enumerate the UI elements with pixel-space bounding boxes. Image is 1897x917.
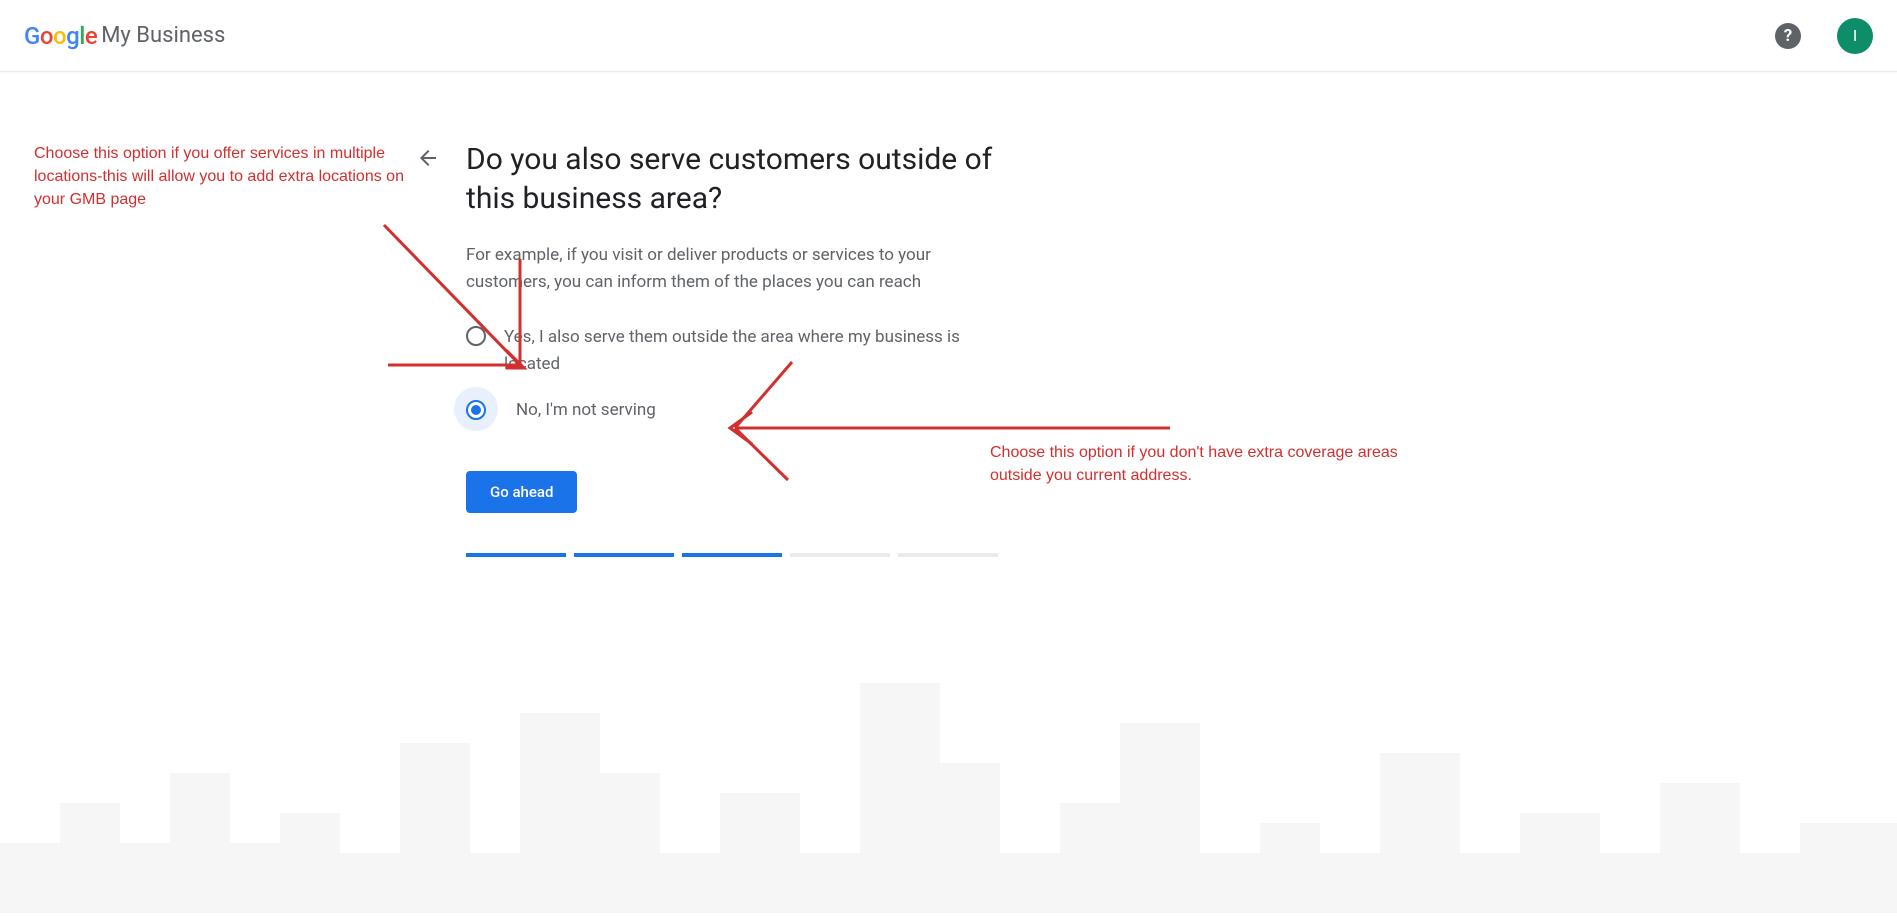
brand: Google My Business [24, 22, 225, 50]
avatar[interactable]: I [1837, 18, 1873, 54]
option-yes[interactable]: Yes, I also serve them outside the area … [466, 324, 1086, 377]
option-no[interactable]: No, I'm not serving [466, 397, 1086, 431]
progress-segment [790, 553, 890, 557]
progress-segment [466, 553, 566, 557]
app-header: Google My Business ? I [0, 0, 1897, 72]
option-no-label: No, I'm not serving [516, 397, 656, 423]
help-icon[interactable]: ? [1775, 23, 1801, 49]
brand-suffix: My Business [101, 23, 225, 48]
radio-icon [466, 326, 486, 346]
progress-bar [466, 553, 1086, 557]
option-yes-label: Yes, I also serve them outside the area … [504, 324, 964, 377]
page-subtitle: For example, if you visit or deliver pro… [466, 242, 1006, 296]
annotation-right: Choose this option if you don't have ext… [990, 441, 1430, 487]
google-logo: Google [24, 22, 97, 50]
page-title: Do you also serve customers outside of t… [466, 140, 1026, 218]
onboarding-card: Do you also serve customers outside of t… [466, 140, 1086, 557]
progress-segment [898, 553, 998, 557]
annotation-top-left: Choose this option if you offer services… [34, 142, 434, 212]
radio-icon [466, 400, 486, 420]
radio-halo [454, 387, 498, 431]
go-ahead-button[interactable]: Go ahead [466, 471, 577, 513]
radio-group: Yes, I also serve them outside the area … [466, 324, 1086, 431]
progress-segment [682, 553, 782, 557]
skyline-decoration [0, 623, 1897, 913]
progress-segment [574, 553, 674, 557]
